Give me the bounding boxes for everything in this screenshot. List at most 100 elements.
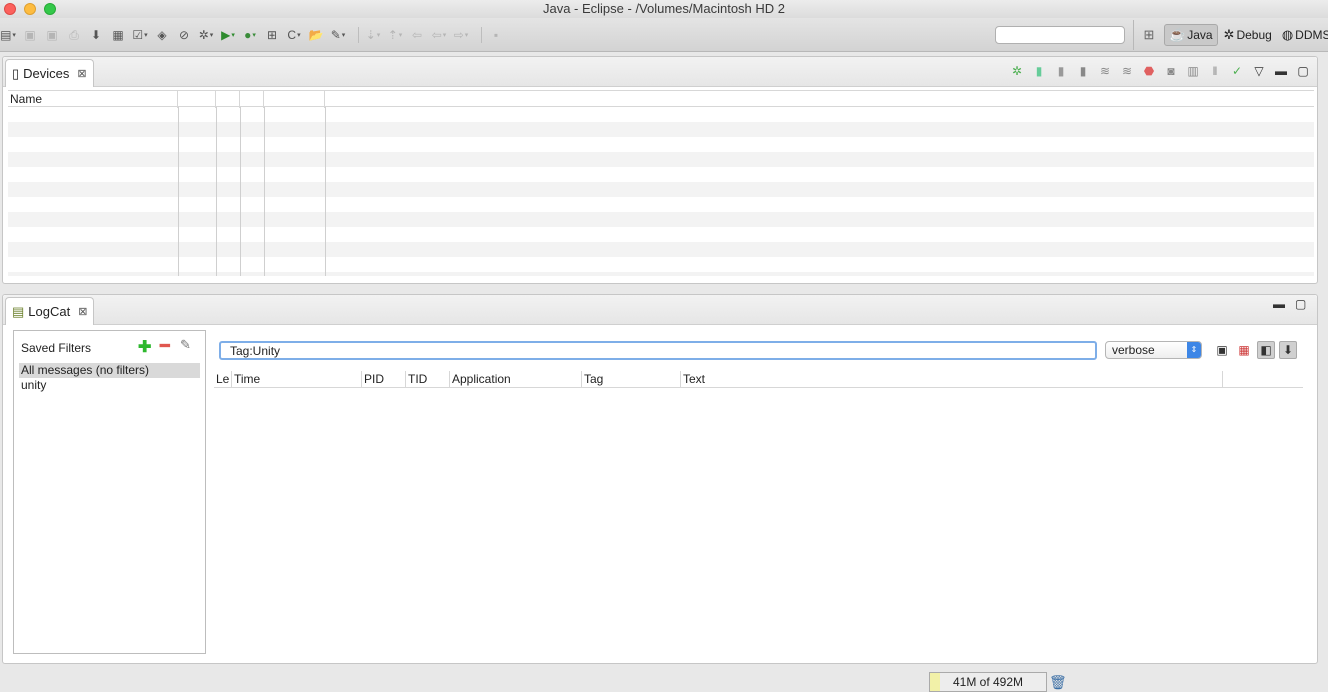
column-divider bbox=[325, 107, 326, 276]
search-icon[interactable]: ✎ ▾ bbox=[330, 27, 346, 43]
debug-process-icon[interactable]: ✲ bbox=[1009, 63, 1025, 79]
logcat-tab-bar: ▤ LogCat ⊠ ▬ ▢ bbox=[3, 295, 1317, 325]
save-log-icon[interactable]: ▣ bbox=[1213, 341, 1231, 359]
table-row[interactable] bbox=[8, 182, 1314, 197]
column-header-level[interactable]: Le bbox=[214, 371, 232, 387]
previous-annotation-icon[interactable]: ⇡ ▾ bbox=[387, 27, 403, 43]
column-divider bbox=[240, 107, 241, 276]
save-icon[interactable]: ▣ bbox=[22, 27, 38, 43]
new-class-icon[interactable]: C ▾ bbox=[286, 27, 302, 43]
devices-table-header: Name bbox=[8, 90, 1314, 108]
systrace-icon[interactable]: ▥ bbox=[1185, 63, 1201, 79]
edit-filter-icon[interactable]: ✎ bbox=[180, 337, 191, 353]
minimize-view-icon[interactable]: ▬ bbox=[1273, 297, 1285, 311]
main-toolbar: ▤ ▾ ▣ ▣ ⎙ ⬇ ▦ ☑ ▾ ◈ ⊘ ✲ ▾ ▶ ▾ ● ▾ ⊞ C ▾ 📂 ✎ ▾ ⇣… bbox=[0, 18, 1328, 52]
zoom-window-button[interactable] bbox=[44, 3, 56, 15]
saved-filters-pane: Saved Filters ✚ ━ ✎ All messages (no fil… bbox=[13, 330, 206, 654]
table-row[interactable] bbox=[8, 122, 1314, 137]
stop-process-icon[interactable]: ⬣ bbox=[1141, 63, 1157, 79]
clear-log-icon[interactable]: ▦ bbox=[1235, 341, 1253, 359]
close-window-button[interactable] bbox=[4, 3, 16, 15]
column-header[interactable] bbox=[216, 91, 240, 108]
log-level-select[interactable]: verbose ⇕ bbox=[1105, 341, 1202, 359]
forward-icon[interactable]: ⇨ ▾ bbox=[453, 27, 469, 43]
devices-toolbar: ✲ ▮ ▮ ▮ ≋ ≋ ⬣ ◙ ▥ ǁ ✓ ▽ ▬ ▢ bbox=[1003, 61, 1311, 81]
save-all-icon[interactable]: ▣ bbox=[44, 27, 60, 43]
next-annotation-icon[interactable]: ⇣ ▾ bbox=[365, 27, 381, 43]
devices-view: ▯ Devices ⊠ ✲ ▮ ▮ ▮ ≋ ≋ ⬣ ◙ ▥ ǁ ✓ ▽ ▬ ▢ … bbox=[2, 56, 1318, 284]
add-filter-icon[interactable]: ✚ bbox=[138, 337, 151, 357]
column-header-name[interactable]: Name bbox=[8, 91, 178, 108]
devices-tab-bar: ▯ Devices ⊠ ✲ ▮ ▮ ▮ ≋ ≋ ⬣ ◙ ▥ ǁ ✓ ▽ ▬ ▢ bbox=[3, 57, 1317, 87]
trash-icon[interactable]: 🗑 bbox=[1049, 674, 1067, 691]
remove-filter-icon[interactable]: ━ bbox=[160, 336, 170, 356]
debug-icon[interactable]: ✲ ▾ bbox=[198, 27, 214, 43]
maximize-view-icon[interactable]: ▢ bbox=[1295, 297, 1306, 311]
update-heap-icon[interactable]: ▮ bbox=[1031, 63, 1047, 79]
toolbar-separator bbox=[481, 27, 482, 43]
logcat-icon: ▤ bbox=[12, 303, 25, 319]
java-perspective-button[interactable]: ☕ Java bbox=[1164, 24, 1218, 46]
perspective-switcher: ⊞ ☕ Java ✲ Debug ◍ DDMS bbox=[1138, 24, 1328, 46]
scroll-lock-icon[interactable]: ⬇ bbox=[1279, 341, 1297, 359]
logcat-table-header: Le Time PID TID Application Tag Text bbox=[214, 371, 1303, 388]
debug-perspective-button[interactable]: ✲ Debug bbox=[1220, 24, 1276, 46]
dump-hprof-icon[interactable]: ▮ bbox=[1053, 63, 1069, 79]
table-row[interactable] bbox=[8, 272, 1314, 276]
minimize-window-button[interactable] bbox=[24, 3, 36, 15]
column-header-application[interactable]: Application bbox=[450, 371, 582, 387]
column-header-tid[interactable]: TID bbox=[406, 371, 450, 387]
cause-gc-icon[interactable]: ▮ bbox=[1075, 63, 1091, 79]
table-row[interactable] bbox=[8, 152, 1314, 167]
tab-logcat[interactable]: ▤ LogCat ⊠ bbox=[5, 297, 95, 325]
print-icon[interactable]: ⎙ bbox=[66, 27, 82, 43]
open-type-icon[interactable]: 📂 bbox=[308, 27, 324, 43]
column-header-pid[interactable]: PID bbox=[362, 371, 406, 387]
column-header-text[interactable]: Text bbox=[681, 371, 1223, 387]
back-history-icon[interactable]: ⇦ ▾ bbox=[431, 27, 447, 43]
reset-adb-icon[interactable]: ǁ bbox=[1207, 63, 1223, 79]
column-header[interactable] bbox=[178, 91, 216, 108]
task-icon[interactable]: ☑ ▾ bbox=[132, 27, 148, 43]
back-icon[interactable]: ⇦ bbox=[409, 27, 425, 43]
filter-item-unity[interactable]: unity bbox=[19, 378, 200, 393]
column-header[interactable] bbox=[240, 91, 264, 108]
column-header[interactable] bbox=[264, 91, 325, 108]
close-tab-icon[interactable]: ⊠ bbox=[77, 67, 86, 80]
new-project-icon[interactable]: ⊞ bbox=[264, 27, 280, 43]
new-icon[interactable]: ▤ ▾ bbox=[0, 27, 16, 43]
pin-editor-icon[interactable]: ▪ bbox=[488, 27, 504, 43]
column-header-time[interactable]: Time bbox=[232, 371, 362, 387]
table-row[interactable] bbox=[8, 212, 1314, 227]
devices-table: Name bbox=[8, 90, 1314, 276]
screen-capture-icon[interactable]: ◙ bbox=[1163, 63, 1179, 79]
column-divider bbox=[178, 107, 179, 276]
view-menu-icon[interactable]: ▽ bbox=[1251, 63, 1267, 79]
close-tab-icon[interactable]: ⊠ bbox=[78, 305, 87, 318]
filter-item-all-messages[interactable]: All messages (no filters) bbox=[19, 363, 200, 378]
quick-access-input[interactable] bbox=[995, 26, 1125, 44]
heap-status-label: 41M of 492M bbox=[952, 675, 1024, 689]
run-icon[interactable]: ▶ ▾ bbox=[220, 27, 236, 43]
open-perspective-icon[interactable]: ⊞ bbox=[1138, 24, 1160, 46]
perspective-separator bbox=[1133, 20, 1134, 50]
start-method-profiling-icon[interactable]: ≋ bbox=[1119, 63, 1135, 79]
check-icon[interactable]: ✓ bbox=[1229, 63, 1245, 79]
toggle-filters-pane-icon[interactable]: ◧ bbox=[1257, 341, 1275, 359]
maximize-view-icon[interactable]: ▢ bbox=[1295, 63, 1311, 79]
saved-filters-title: Saved Filters bbox=[21, 341, 92, 355]
column-header-tag[interactable]: Tag bbox=[582, 371, 681, 387]
logcat-search-input[interactable] bbox=[219, 341, 1097, 360]
skip-breakpoints-icon[interactable]: ⊘ bbox=[176, 27, 192, 43]
table-row[interactable] bbox=[8, 242, 1314, 257]
ddms-perspective-button[interactable]: ◍ DDMS bbox=[1278, 24, 1328, 46]
tab-devices[interactable]: ▯ Devices ⊠ bbox=[5, 59, 94, 87]
import-icon[interactable]: ⬇ bbox=[88, 27, 104, 43]
devices-tab-label: Devices bbox=[23, 66, 70, 81]
external-tools-icon[interactable]: ● ▾ bbox=[242, 27, 258, 43]
sdk-manager-icon[interactable]: ▦ bbox=[110, 27, 126, 43]
heap-status[interactable]: 41M of 492M bbox=[929, 672, 1047, 692]
update-threads-icon[interactable]: ≋ bbox=[1097, 63, 1113, 79]
android-icon[interactable]: ◈ bbox=[154, 27, 170, 43]
minimize-view-icon[interactable]: ▬ bbox=[1273, 63, 1289, 79]
